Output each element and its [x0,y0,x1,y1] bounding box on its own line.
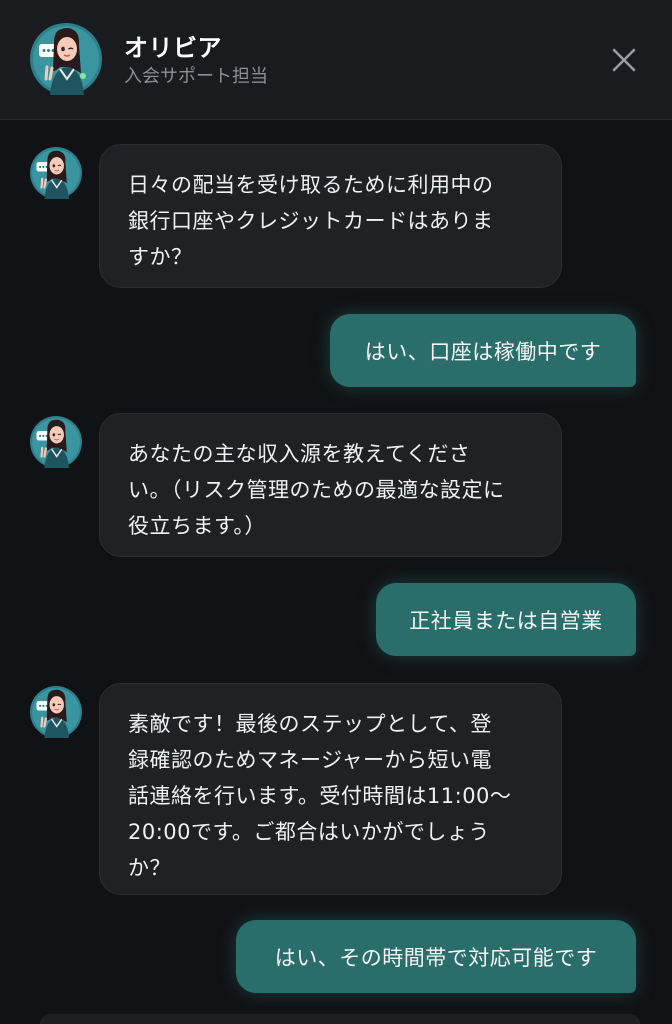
avatar-illustration [30,23,102,95]
bot-avatar [30,147,82,199]
chat-window: オリビア 入会サポート担当 日々の配当を受け取るために利用中の 銀行口座やクレジ… [0,0,672,1024]
assistant-name: オリビア [124,34,222,62]
bot-message: 日々の配当を受け取るために利用中の 銀行口座やクレジットカードはありま すか？ [99,144,562,288]
bot-message: あなたの主な収入源を教えてくださ い。（リスク管理のための最適な設定に 役立ちま… [99,413,562,557]
assistant-avatar [30,23,102,95]
avatar-illustration [30,686,82,738]
bot-message: 素敵です！最後のステップとして、登 録確認のためマネージャーから短い電 話連絡を… [99,683,562,895]
user-message: はい、口座は稼働中です [330,314,636,387]
assistant-role: 入会サポート担当 [124,66,268,87]
avatar-illustration [30,147,82,199]
bot-avatar [30,686,82,738]
next-message-edge [40,1014,640,1024]
close-button[interactable] [604,40,644,80]
avatar-illustration [30,416,82,468]
bot-avatar [30,416,82,468]
user-message: 正社員または自営業 [376,583,636,656]
chat-header: オリビア 入会サポート担当 [0,0,672,120]
user-message: はい、その時間帯で対応可能です [236,920,636,993]
close-icon [612,48,636,72]
